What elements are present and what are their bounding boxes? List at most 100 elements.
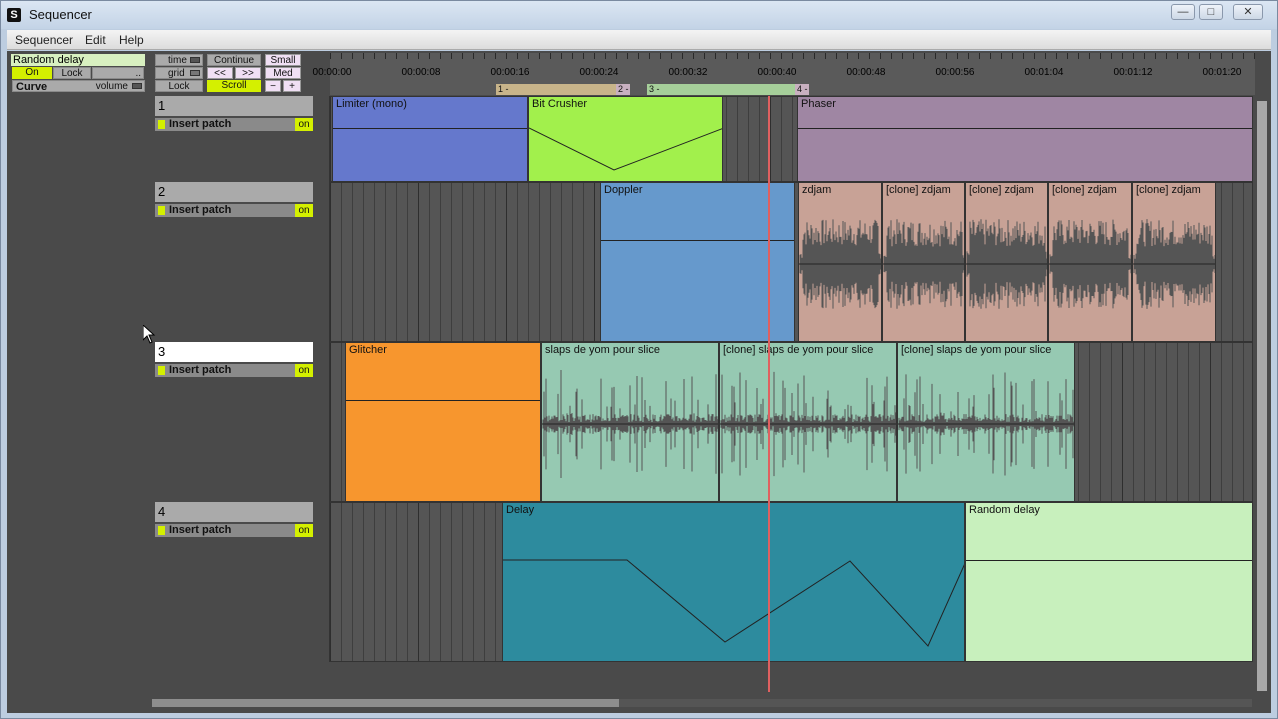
clip-random-delay[interactable]: Random delay <box>965 503 1252 661</box>
insert-label: Insert patch <box>169 118 232 130</box>
clip-doppler[interactable]: Doppler <box>600 183 795 341</box>
track-4-lane[interactable]: Delay Random delay <box>329 502 1253 662</box>
scroll-button[interactable]: Scroll <box>207 80 261 92</box>
clip-glitcher[interactable]: Glitcher <box>345 343 541 501</box>
clip-zdjam-clone[interactable]: [clone] zdjam <box>965 183 1048 341</box>
clip-line <box>798 128 1252 129</box>
grid-toggle[interactable]: grid <box>155 67 203 79</box>
track-4-insert-patch[interactable]: Insert patch on <box>155 524 313 537</box>
zoom-out-button[interactable]: − <box>265 80 281 92</box>
med-size-button[interactable]: Med <box>265 67 301 79</box>
selected-patch-name[interactable]: Random delay <box>11 54 145 66</box>
time-label: 00:01:12 <box>1113 67 1153 78</box>
ruler-tick <box>836 53 837 59</box>
ruler-tick <box>792 53 793 59</box>
clip-delay[interactable]: Delay <box>502 503 965 661</box>
grid-line <box>1089 343 1090 501</box>
track-3-lane[interactable]: Glitcher slaps de yom pour slice [clone]… <box>329 342 1253 502</box>
patch-on-button[interactable]: On <box>12 67 52 79</box>
close-button[interactable]: ✕ <box>1233 4 1263 20</box>
ruler-tick <box>462 53 463 59</box>
ruler-tick <box>1067 53 1068 59</box>
menu-sequencer[interactable]: Sequencer <box>15 33 73 47</box>
lock-button[interactable]: Lock <box>155 80 203 92</box>
ruler-tick <box>1177 53 1178 59</box>
track-2-on-button[interactable]: on <box>295 204 313 217</box>
time-toggle[interactable]: time <box>155 54 203 66</box>
track-1-insert-patch[interactable]: Insert patch on <box>155 118 313 131</box>
clip-zdjam-clone[interactable]: [clone] zdjam <box>1048 183 1132 341</box>
minimize-button[interactable]: — <box>1171 4 1195 20</box>
track-2-insert-patch[interactable]: Insert patch on <box>155 204 313 217</box>
track-1-lane[interactable]: Limiter (mono) Bit Crusher Phaser <box>329 96 1253 182</box>
clip-zdjam-clone[interactable]: [clone] zdjam <box>882 183 965 341</box>
ruler-tick <box>1078 53 1079 59</box>
clip-name: [clone] slaps de yom pour slice <box>723 344 874 356</box>
grid-line <box>418 183 419 341</box>
marker-1[interactable]: 1 - <box>496 84 616 95</box>
marker-4[interactable]: 4 - <box>795 84 809 95</box>
track-4-name[interactable]: 4 <box>155 502 313 522</box>
ruler-tick <box>737 53 738 59</box>
marker-2[interactable]: 2 - <box>616 84 630 95</box>
grid-line <box>407 183 408 341</box>
grid-line <box>748 97 749 181</box>
track-2-lane[interactable]: Doppler zdjam [clone] zdjam [clone] zdja… <box>329 182 1253 342</box>
clip-zdjam[interactable]: zdjam <box>798 183 882 341</box>
waveform <box>966 219 1047 309</box>
ruler-tick <box>869 53 870 59</box>
ruler-tick <box>1111 53 1112 59</box>
menu-bar: Sequencer Edit Help <box>7 30 1271 50</box>
ruler-tick <box>1144 53 1145 59</box>
clip-name: [clone] zdjam <box>886 184 951 196</box>
track-3-insert-patch[interactable]: Insert patch on <box>155 364 313 377</box>
forward-button[interactable]: >> <box>235 67 261 79</box>
track-2-name[interactable]: 2 <box>155 182 313 202</box>
clip-bit-crusher[interactable]: Bit Crusher <box>528 97 723 181</box>
small-size-button[interactable]: Small <box>265 54 301 66</box>
patch-lock-button[interactable]: Lock <box>53 67 91 79</box>
ruler-tick <box>561 53 562 59</box>
title-bar[interactable]: S Sequencer — □ ✕ <box>1 1 1277 29</box>
ruler-tick <box>594 53 595 59</box>
clip-phaser[interactable]: Phaser <box>797 97 1252 181</box>
marker-3[interactable]: 3 - <box>647 84 795 95</box>
track-1-name[interactable]: 1 <box>155 96 313 116</box>
menu-help[interactable]: Help <box>119 33 144 47</box>
continue-button[interactable]: Continue <box>207 54 261 66</box>
clip-limiter[interactable]: Limiter (mono) <box>332 97 528 181</box>
ruler-tick <box>924 53 925 59</box>
grid-line <box>781 97 782 181</box>
waveform <box>1049 219 1131 309</box>
clip-slaps-clone[interactable]: [clone] slaps de yom pour slice <box>719 343 897 501</box>
track-1-on-button[interactable]: on <box>295 118 313 131</box>
clip-slaps[interactable]: slaps de yom pour slice <box>541 343 719 501</box>
ruler-tick <box>946 53 947 59</box>
ruler-tick <box>506 53 507 59</box>
vertical-scrollbar[interactable] <box>1257 101 1267 691</box>
track-4-on-button[interactable]: on <box>295 524 313 537</box>
clip-zdjam-clone[interactable]: [clone] zdjam <box>1132 183 1216 341</box>
maximize-button[interactable]: □ <box>1199 4 1223 20</box>
mouse-cursor-icon <box>143 325 156 344</box>
insert-label: Insert patch <box>169 364 232 376</box>
clip-slaps-clone[interactable]: [clone] slaps de yom pour slice <box>897 343 1075 501</box>
rewind-button[interactable]: << <box>207 67 233 79</box>
ruler-tick <box>1034 53 1035 59</box>
grid-line <box>473 183 474 341</box>
app-icon: S <box>7 8 21 22</box>
grid-line <box>1133 343 1134 501</box>
playhead[interactable] <box>768 96 770 692</box>
menu-edit[interactable]: Edit <box>85 33 106 47</box>
track-3-name[interactable]: 3 <box>155 342 313 362</box>
patch-more-button[interactable]: .. <box>92 67 144 79</box>
track-3-led-icon <box>158 366 165 375</box>
track-3-on-button[interactable]: on <box>295 364 313 377</box>
ruler-tick <box>616 53 617 59</box>
zoom-in-button[interactable]: + <box>283 80 301 92</box>
curve-selector[interactable]: Curve volume <box>12 80 145 93</box>
grid-line <box>517 183 518 341</box>
timeline-ruler[interactable]: 00:00:00 00:00:08 00:00:16 00:00:24 00:0… <box>313 53 1255 95</box>
horizontal-scrollbar-thumb[interactable] <box>152 699 619 707</box>
ruler-tick <box>528 53 529 59</box>
